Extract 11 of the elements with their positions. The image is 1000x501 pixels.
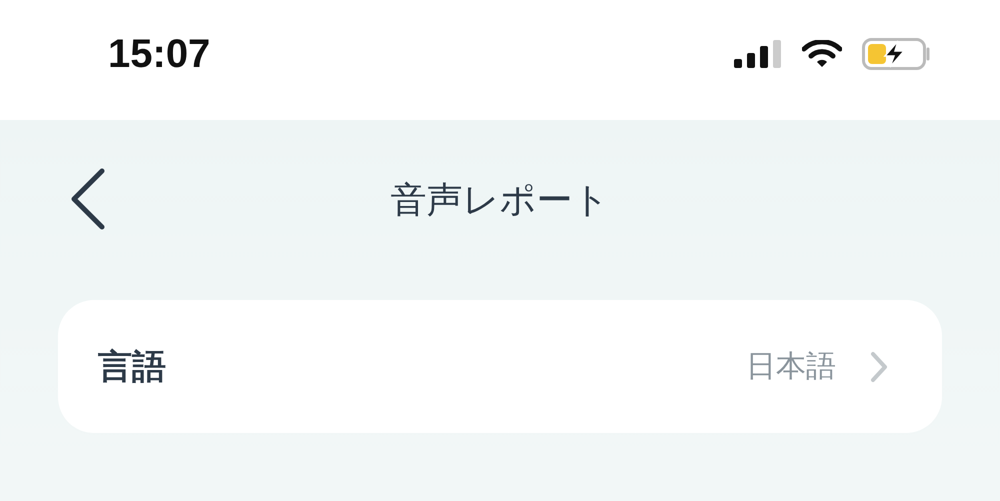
back-icon bbox=[70, 168, 106, 230]
battery-icon bbox=[862, 38, 932, 70]
back-button[interactable] bbox=[70, 168, 106, 230]
settings-row[interactable]: 言語 日本語 bbox=[58, 300, 942, 433]
signal-icon bbox=[734, 40, 782, 68]
chevron-icon bbox=[870, 350, 888, 382]
setting-label: 言語 bbox=[98, 346, 167, 388]
wifi-icon bbox=[802, 40, 842, 68]
page-title: 音声レポート bbox=[390, 178, 610, 222]
status-time: 15:07 bbox=[108, 32, 210, 76]
setting-value: 日本語 bbox=[746, 348, 836, 386]
